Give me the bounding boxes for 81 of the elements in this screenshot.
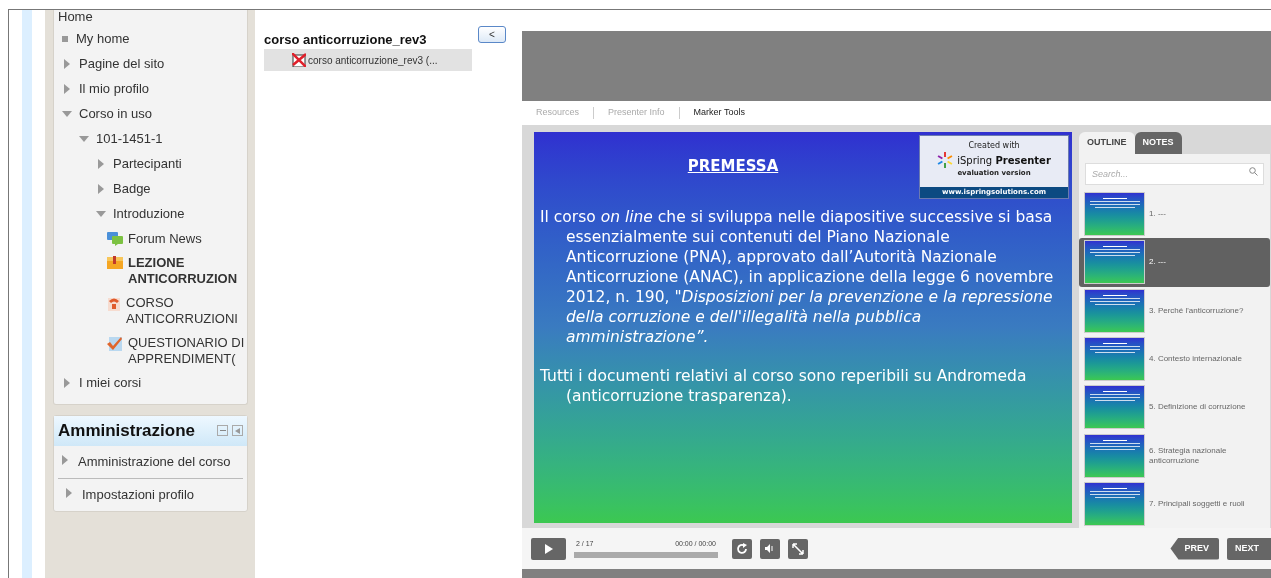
- nav-link[interactable]: 101-1451-1: [96, 129, 163, 149]
- speaker-icon: [765, 544, 775, 553]
- expand-arrow-icon[interactable]: [98, 159, 104, 169]
- outline-item[interactable]: 7. Principali soggetti e ruoli: [1079, 479, 1270, 528]
- lesson-icon: [107, 255, 123, 270]
- activity-link[interactable]: LEZIONE ANTICORRUZION: [128, 254, 247, 287]
- play-button[interactable]: [531, 537, 566, 560]
- expand-arrow-icon[interactable]: [64, 378, 70, 388]
- volume-button[interactable]: [760, 538, 780, 559]
- chat-bubbles-icon: [107, 231, 123, 246]
- checkmark-icon: [107, 335, 123, 352]
- collapse-arrow-icon[interactable]: [62, 111, 72, 117]
- admin-link[interactable]: Impostazioni profilo: [82, 484, 194, 505]
- slide-paragraph: Il corso on line che si sviluppa nelle diapositive successive si basa essenzialmente sui contenuti del Piano Nazionale Anticorruzione (PNA), approvato dall’Autorità Nazionale Anticorruzione (ANAC), in applicazione della legge 6 novembre 2012, n. 190, "Disposizioni per la prevenzione e la repressione della corruzione e dell'illegalità nella pubblica amministrazione”.: [540, 206, 1055, 347]
- outline-label: 3. Perché l'anticorruzione?: [1149, 305, 1244, 316]
- expand-arrow-icon[interactable]: [66, 487, 72, 498]
- resource-title: corso anticorruzione_rev3: [264, 32, 428, 48]
- block-title: Amministrazione: [58, 419, 195, 442]
- slide-thumbnail: [1084, 240, 1145, 285]
- bullet-icon: [62, 36, 68, 42]
- nav-link[interactable]: Corso in uso: [79, 104, 152, 124]
- side-tab[interactable]: NOTES: [1134, 132, 1182, 154]
- search-icon[interactable]: [1249, 167, 1258, 176]
- collapse-arrow-icon[interactable]: [79, 136, 89, 142]
- expand-arrow-icon[interactable]: [98, 184, 104, 194]
- badge-caption: Created with: [968, 140, 1020, 152]
- nav-link[interactable]: Il mio profilo: [79, 79, 150, 99]
- player-tab[interactable]: Marker Tools: [693, 106, 745, 120]
- play-icon: [544, 543, 553, 554]
- replay-icon: [736, 542, 748, 555]
- outline-label: 7. Principali soggetti e ruoli: [1149, 498, 1245, 509]
- outline-label: 5. Definizione di corruzione: [1149, 402, 1246, 413]
- side-tab[interactable]: OUTLINE: [1079, 132, 1135, 154]
- slide-thumbnail: [1084, 192, 1145, 237]
- collapse-button[interactable]: <: [478, 26, 506, 43]
- fullscreen-button[interactable]: [788, 538, 808, 559]
- prev-button[interactable]: PREV: [1170, 537, 1219, 560]
- progress-track[interactable]: [574, 552, 718, 559]
- outline-label: 2. ---: [1149, 257, 1166, 268]
- expand-arrow-icon[interactable]: [64, 84, 70, 94]
- nav-link[interactable]: Partecipanti: [113, 154, 182, 174]
- outline-item[interactable]: 4. Contesto internazionale: [1079, 334, 1270, 384]
- product-name: iSpring Presenter: [957, 153, 1051, 168]
- outline-item[interactable]: 5. Definizione di corruzione: [1079, 383, 1270, 432]
- nav-link[interactable]: My home: [76, 29, 130, 49]
- activity-link[interactable]: QUESTIONARIO DI APPRENDIMENT(: [128, 334, 247, 367]
- slide-thumbnail: [1084, 337, 1145, 381]
- replay-button[interactable]: [732, 538, 752, 559]
- activity-link[interactable]: Forum News: [128, 230, 202, 247]
- expand-icon: [792, 542, 804, 555]
- outline-label: 4. Contesto internazionale: [1149, 354, 1242, 364]
- outline-item[interactable]: 6. Strategia nazionale anticorruzione: [1079, 431, 1270, 480]
- search-field[interactable]: Search...: [1085, 163, 1264, 185]
- broken-file-icon: [292, 53, 306, 67]
- expand-arrow-icon[interactable]: [64, 59, 70, 69]
- nav-link[interactable]: Pagine del sito: [79, 54, 165, 74]
- minimize-icon[interactable]: [217, 425, 228, 436]
- slide-paragraph: Tutti i documenti relativi al corso sono reperibili su Andromeda (anticorruzione trasparenza).: [540, 365, 1028, 406]
- slide-thumbnail: [1084, 288, 1145, 333]
- nav-link[interactable]: Introduzione: [113, 204, 185, 224]
- outline-item[interactable]: 3. Perché l'anticorruzione?: [1079, 286, 1270, 335]
- dock-icon[interactable]: [232, 425, 243, 436]
- slide-thumbnail: [1084, 481, 1145, 526]
- admin-link[interactable]: Amministrazione del corso: [78, 451, 231, 472]
- activity-link[interactable]: CORSO ANTICORRUZIONI: [126, 294, 247, 327]
- flower-logo-icon: [937, 152, 954, 168]
- nav-link[interactable]: Badge: [113, 179, 151, 199]
- nav-link[interactable]: I miei corsi: [79, 373, 142, 393]
- slide-thumbnail: [1084, 385, 1145, 430]
- slide-thumbnail: [1084, 433, 1145, 478]
- file-item[interactable]: corso anticorruzione_rev3 (...: [264, 49, 472, 71]
- outline-item[interactable]: 1. ---: [1079, 190, 1270, 239]
- collapse-arrow-icon[interactable]: [96, 211, 106, 217]
- next-button[interactable]: NEXT: [1227, 537, 1271, 560]
- outline-item[interactable]: 2. ---: [1079, 238, 1270, 287]
- slide-title: PREMESSA: [687, 156, 779, 177]
- outline-label: 6. Strategia nazionale anticorruzione: [1149, 445, 1228, 466]
- package-icon: [107, 295, 121, 312]
- nav-link[interactable]: Home: [58, 10, 93, 27]
- outline-label: 1. ---: [1149, 209, 1166, 220]
- expand-arrow-icon[interactable]: [62, 454, 68, 465]
